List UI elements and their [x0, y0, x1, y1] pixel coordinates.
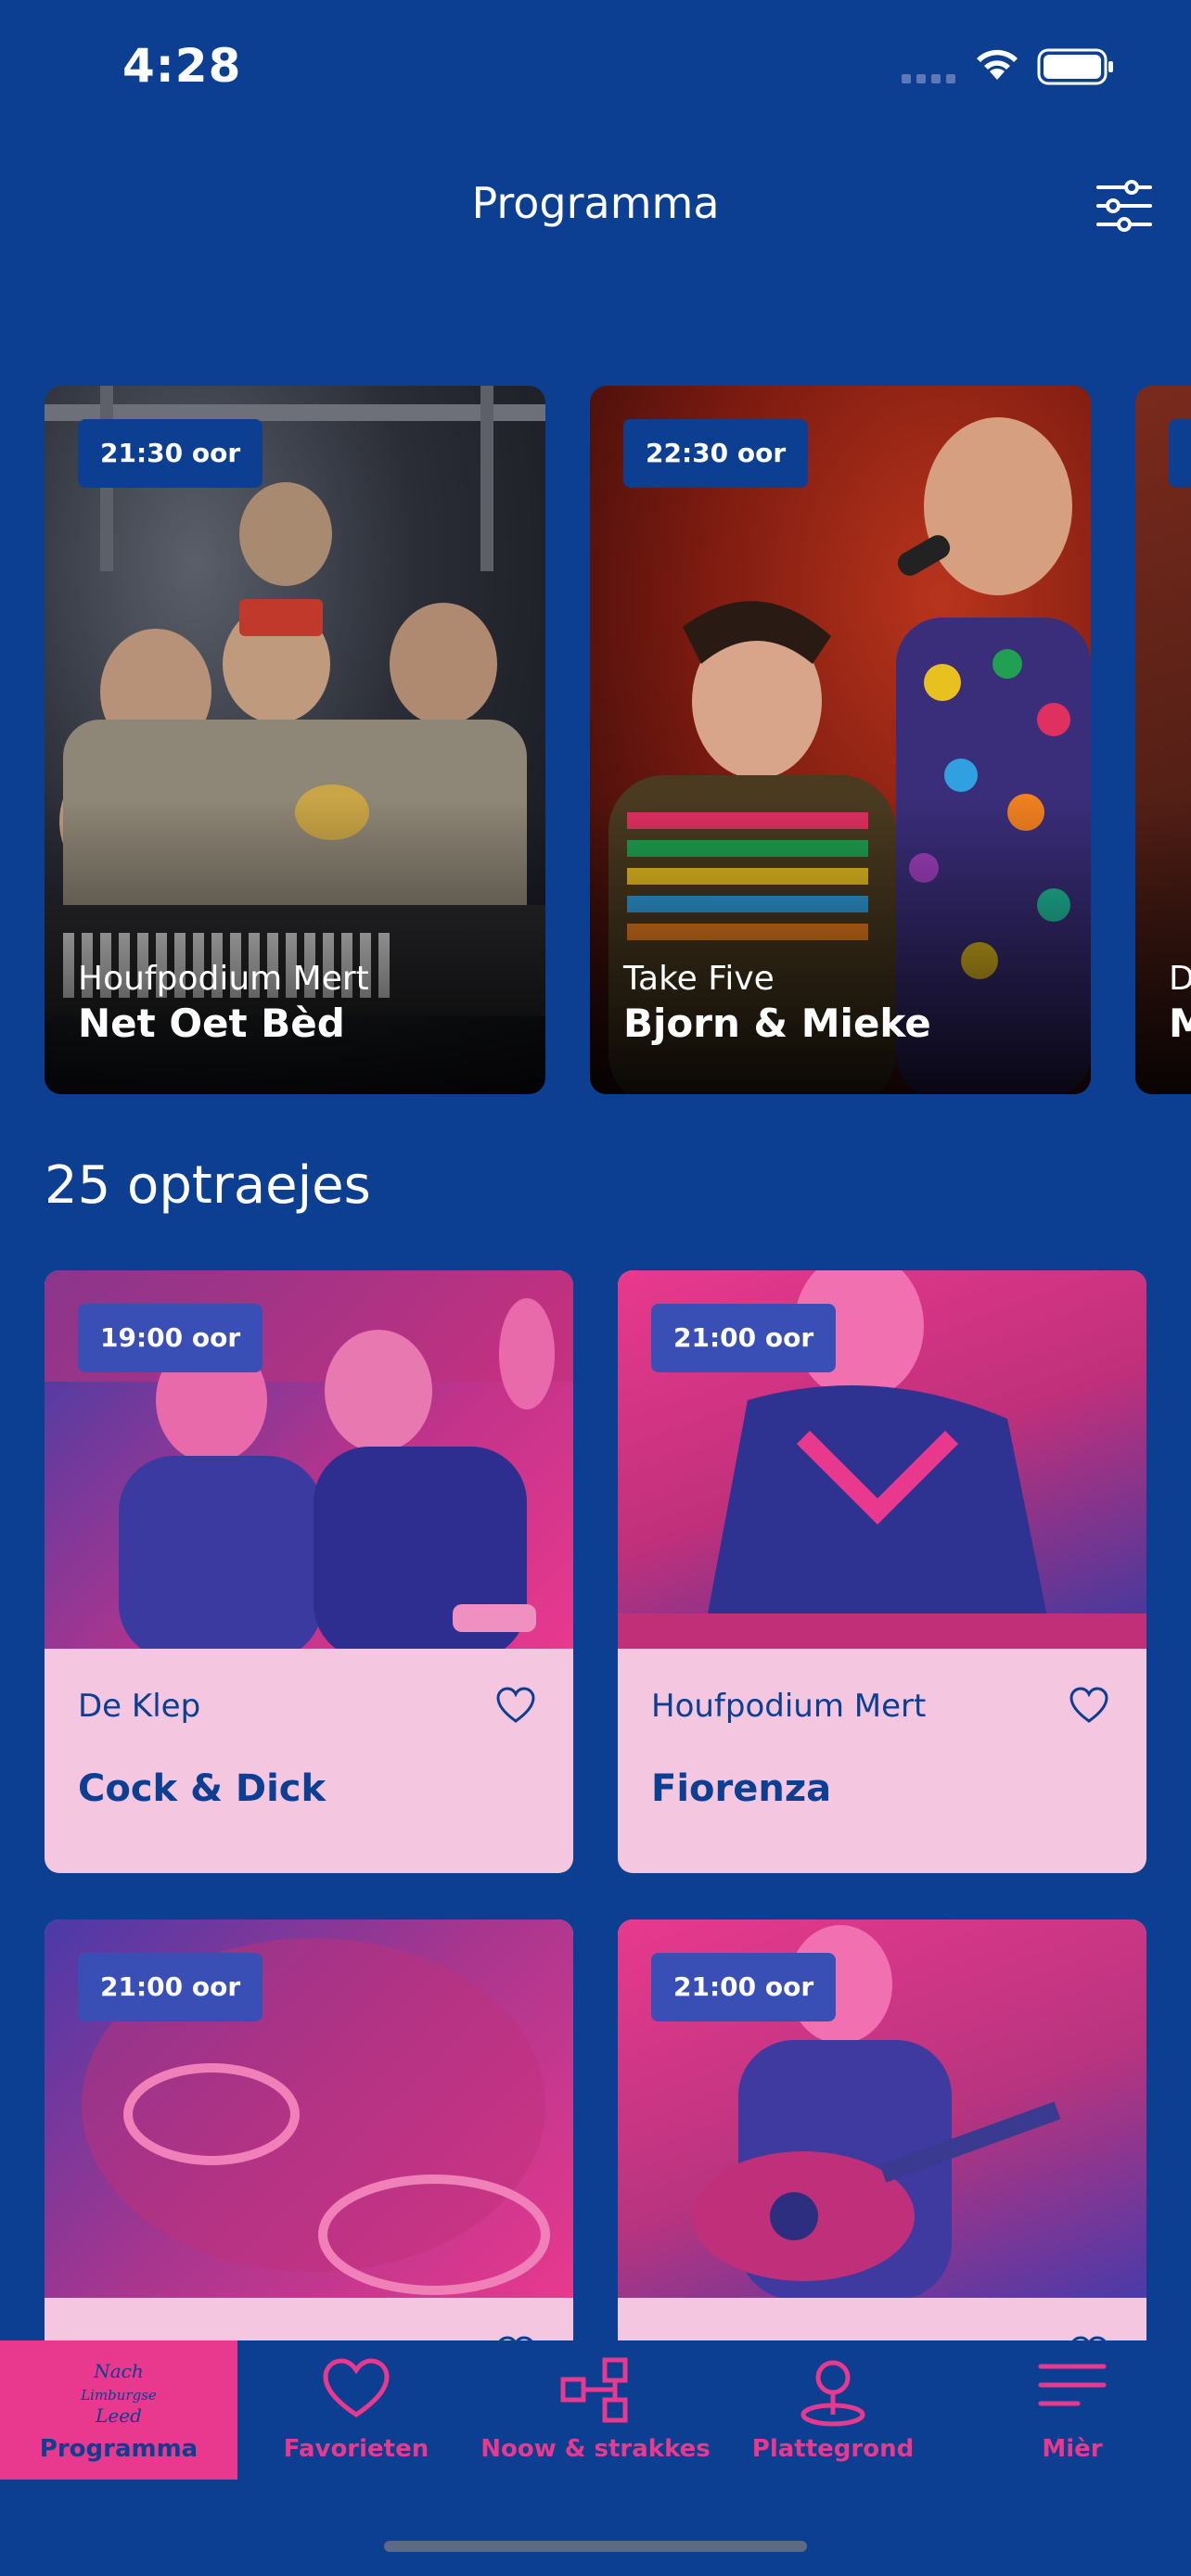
- tab-programma[interactable]: Nach Limburgse Leed Programma: [0, 2340, 237, 2480]
- acts-count-heading: 25 optraejes: [45, 1155, 371, 1216]
- svg-text:Leed: Leed: [95, 2404, 142, 2427]
- time-badge: 21:00 oor: [651, 1304, 837, 1372]
- act-name: Cock & Dick: [78, 1767, 327, 1810]
- time-badge: 19:00 oor: [78, 1304, 263, 1372]
- featured-card[interactable]: 22:30 oor Take Five Bjorn & Mieke: [590, 386, 1091, 1094]
- favorite-button[interactable]: [495, 1686, 536, 1725]
- time-badge: 21:00 oor: [651, 1953, 837, 2021]
- time-badge: 21:30 oor: [78, 419, 263, 488]
- festival-logo-icon: Nach Limburgse Leed: [80, 2360, 157, 2427]
- act-card[interactable]: 21:00 oor Houfpodium Mert Fiorenza: [618, 1270, 1146, 1873]
- tab-label: Programma: [39, 2435, 198, 2463]
- featured-venue: Take Five: [623, 960, 775, 998]
- tab-mier[interactable]: Mièr: [954, 2340, 1191, 2480]
- featured-act-name: Net Oet Bèd: [78, 1001, 345, 1046]
- heart-outline-icon: [496, 1687, 535, 1723]
- wifi-icon: [977, 49, 1018, 80]
- status-bar: 4:28: [0, 0, 1191, 139]
- act-venue: De Klep: [78, 1688, 201, 1725]
- featured-card[interactable]: D M: [1135, 386, 1191, 1094]
- act-card[interactable]: 21:00 oor: [45, 1919, 573, 2340]
- tab-label: Mièr: [1042, 2435, 1103, 2463]
- act-name: Fiorenza: [651, 1767, 832, 1810]
- svg-text:Nach: Nach: [93, 2360, 144, 2382]
- acts-grid: 19:00 oor De Klep Cock & Dick 21:00 oor …: [45, 1270, 1146, 2340]
- featured-act-name: Bjorn & Mieke: [623, 1001, 931, 1046]
- tab-label: Noow & strakkes: [480, 2435, 711, 2463]
- act-card[interactable]: 19:00 oor De Klep Cock & Dick: [45, 1270, 573, 1873]
- menu-icon: [1038, 2364, 1107, 2406]
- tab-label: Favorieten: [283, 2435, 429, 2463]
- tab-label: Plattegrond: [751, 2435, 915, 2463]
- timeline-icon: [560, 2357, 628, 2423]
- page-title: Programma: [471, 178, 720, 228]
- featured-venue: Houfpodium Mert: [78, 960, 369, 998]
- tab-plattegrond[interactable]: Plattegrond: [714, 2340, 952, 2480]
- map-pin-icon: [800, 2360, 865, 2427]
- time-badge: [1169, 419, 1191, 488]
- svg-text:Limburgse: Limburgse: [80, 2387, 157, 2404]
- home-indicator: [384, 2541, 807, 2552]
- heart-outline-icon: [1069, 1687, 1108, 1723]
- time-badge: 22:30 oor: [623, 419, 809, 488]
- filter-button[interactable]: [1095, 178, 1154, 234]
- battery-icon: [1037, 48, 1113, 85]
- act-venue: Houfpodium Mert: [651, 1688, 927, 1725]
- tab-noow-strakkes[interactable]: Noow & strakkes: [477, 2340, 714, 2480]
- featured-venue: D: [1169, 960, 1191, 998]
- heart-icon: [323, 2358, 390, 2418]
- featured-carousel[interactable]: 21:30 oor Houfpodium Mert Net Oet Bèd 22…: [45, 386, 1191, 1096]
- sliders-icon: [1096, 180, 1152, 232]
- time-badge: 21:00 oor: [78, 1953, 263, 2021]
- favorite-button[interactable]: [1069, 1686, 1109, 1725]
- tab-favorieten[interactable]: Favorieten: [237, 2340, 475, 2480]
- act-card[interactable]: 21:00 oor: [618, 1919, 1146, 2340]
- cellular-signal-icon: [902, 74, 955, 83]
- featured-act-name: M: [1169, 1001, 1191, 1046]
- status-time: 4:28: [122, 39, 242, 93]
- featured-card[interactable]: 21:30 oor Houfpodium Mert Net Oet Bèd: [45, 386, 545, 1094]
